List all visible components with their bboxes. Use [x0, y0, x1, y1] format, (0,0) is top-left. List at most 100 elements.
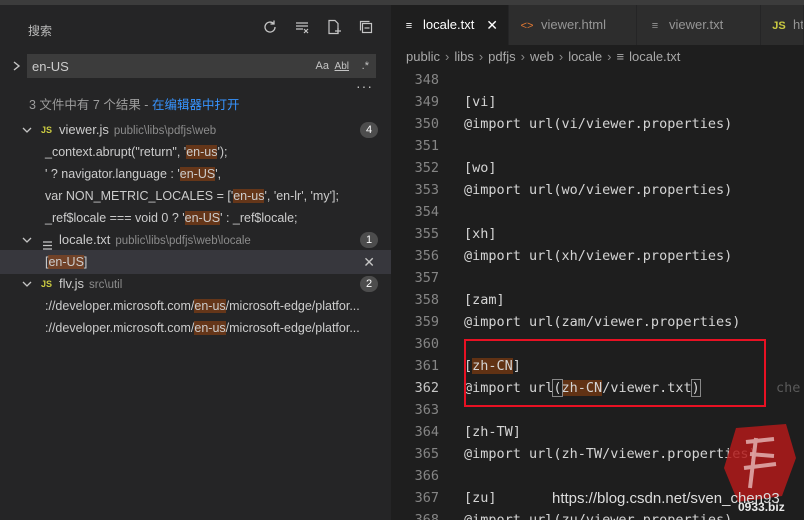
chevron-right-icon: ›: [558, 49, 564, 64]
breadcrumb-item[interactable]: libs: [454, 49, 474, 64]
collapse-all-icon[interactable]: [357, 18, 375, 36]
tab-htt[interactable]: JS htt: [761, 5, 804, 45]
match-pre: ://developer.microsoft.com/: [45, 299, 195, 313]
code-line: 357: [391, 267, 804, 289]
watermark-url: https://blog.csdn.net/sven_chen93: [552, 490, 780, 507]
tab-viewer-html[interactable]: <> viewer.html: [509, 5, 637, 45]
match-post: ', 'en-lr', 'my'];: [264, 189, 339, 203]
match-line[interactable]: ' ? navigator.language : 'en-US',: [0, 163, 391, 185]
search-input-box: Aa Abl .*: [27, 54, 376, 78]
line-number: 356: [414, 248, 439, 264]
breadcrumb: public › libs › pdfjs › web › locale › ≡ locale.txt: [391, 45, 680, 69]
breadcrumb-item[interactable]: web: [530, 49, 554, 64]
results-summary: 3 文件中有 7 个结果 - 在编辑器中打开: [29, 94, 239, 113]
code-line: 353 @import url(wo/viewer.properties): [391, 179, 804, 201]
match-hit: en-US: [179, 167, 216, 181]
line-number: 354: [414, 204, 439, 220]
tab-locale-txt[interactable]: ≡ locale.txt ✕: [391, 5, 509, 45]
search-row: Aa Abl .*: [0, 54, 391, 78]
annotation-red-box: [464, 339, 766, 407]
match-count-badge: 4: [360, 122, 378, 138]
match-post: ' : _ref$locale;: [220, 211, 298, 225]
result-file-flv-js[interactable]: JS flv.js src\util 2: [0, 273, 391, 295]
line-text: @import url(xh/viewer.properties): [464, 248, 733, 264]
open-in-editor-link[interactable]: 在编辑器中打开: [152, 98, 240, 112]
match-count-badge: 2: [360, 276, 378, 292]
text-file-icon: [43, 235, 52, 250]
refresh-icon[interactable]: [261, 18, 279, 36]
match-line[interactable]: _ref$locale === void 0 ? 'en-US' : _ref$…: [0, 207, 391, 229]
file-name: locale.txt: [59, 232, 111, 247]
match-hit: en-us: [194, 299, 226, 313]
line-text: @import url(zu/viewer.properties): [464, 512, 733, 520]
chevron-down-icon[interactable]: [21, 119, 33, 141]
chevron-right-icon: ›: [444, 49, 450, 64]
match-line[interactable]: _context.abrupt("return", 'en-us');: [0, 141, 391, 163]
js-file-icon: JS: [41, 279, 53, 289]
text-file-icon: ≡: [405, 20, 413, 32]
code-line: 352 [wo]: [391, 157, 804, 179]
match-hit: en-us: [186, 145, 218, 159]
match-line[interactable]: var NON_METRIC_LOCALES = ['en-us', 'en-l…: [0, 185, 391, 207]
breadcrumb-item[interactable]: public: [406, 49, 440, 64]
tab-label: htt: [793, 17, 804, 32]
chevron-down-icon[interactable]: [21, 229, 33, 251]
line-number: 349: [414, 94, 439, 110]
match-hit: en-US: [184, 211, 221, 225]
match-line[interactable]: ://developer.microsoft.com/en-us/microso…: [0, 295, 391, 317]
code-line: 359 @import url(zam/viewer.properties): [391, 311, 804, 333]
breadcrumb-item[interactable]: locale: [568, 49, 602, 64]
line-text: @import url(vi/viewer.properties): [464, 116, 733, 132]
line-number: 360: [414, 336, 439, 352]
line-number: 363: [414, 402, 439, 418]
breadcrumb-item[interactable]: pdfjs: [488, 49, 515, 64]
line-number: 364: [414, 424, 439, 440]
file-name: flv.js: [59, 276, 85, 291]
js-file-icon: JS: [41, 125, 53, 135]
match-hit: en-US: [48, 255, 84, 269]
match-hit: en-us: [194, 321, 226, 335]
search-input[interactable]: [32, 58, 302, 75]
match-post: ]: [83, 255, 88, 269]
line-number: 365: [414, 446, 439, 462]
code-line: 356 @import url(xh/viewer.properties): [391, 245, 804, 267]
code-line: 350 @import url(vi/viewer.properties): [391, 113, 804, 135]
match-line-selected[interactable]: [en-US] ✕: [0, 250, 392, 274]
clear-results-icon[interactable]: [293, 18, 311, 36]
match-line[interactable]: ://developer.microsoft.com/en-us/microso…: [0, 317, 391, 339]
more-options-icon[interactable]: ···: [356, 78, 373, 94]
chevron-right-icon: ›: [478, 49, 484, 64]
close-icon[interactable]: ✕: [486, 5, 498, 45]
breadcrumb-item[interactable]: locale.txt: [629, 49, 680, 64]
whole-word-toggle[interactable]: Abl: [335, 58, 349, 75]
dismiss-match-icon[interactable]: ✕: [363, 251, 375, 273]
tab-viewer-txt[interactable]: ≡ viewer.txt: [637, 5, 761, 45]
result-file-locale-txt[interactable]: locale.txt public\libs\pdfjs\web\locale 1: [0, 229, 391, 251]
chevron-right-icon[interactable]: [10, 58, 24, 74]
line-number: 362: [414, 380, 439, 396]
tab-label: locale.txt: [423, 17, 475, 32]
file-path: public\libs\pdfjs\web: [113, 125, 217, 137]
chevron-right-icon: ›: [520, 49, 525, 64]
line-number: 368: [414, 512, 439, 520]
line-number: 366: [414, 468, 439, 484]
inline-hint: che: [776, 380, 801, 396]
code-line: 351: [391, 135, 804, 157]
sidebar-header: 搜索: [0, 5, 391, 51]
code-line: 348: [391, 69, 804, 91]
match-pre: _ref$locale === void 0 ? ': [45, 211, 185, 225]
regex-toggle[interactable]: .*: [362, 58, 369, 75]
tab-bar: ≡ locale.txt ✕ <> viewer.html ≡ viewer.txt …: [391, 5, 804, 45]
line-number: 355: [414, 226, 439, 242]
result-file-viewer-js[interactable]: JS viewer.js public\libs\pdfjs\web 4: [0, 119, 391, 141]
chevron-right-icon: ›: [607, 49, 612, 64]
line-text: [zu]: [464, 490, 497, 506]
match-case-toggle[interactable]: Aa: [316, 58, 329, 75]
line-number: 353: [414, 182, 439, 198]
line-number: 348: [414, 72, 439, 88]
chevron-down-icon[interactable]: [21, 273, 33, 295]
new-search-editor-icon[interactable]: [325, 18, 343, 36]
line-text: [vi]: [464, 94, 497, 110]
line-text: [wo]: [464, 160, 497, 176]
js-file-icon: JS: [772, 20, 786, 32]
